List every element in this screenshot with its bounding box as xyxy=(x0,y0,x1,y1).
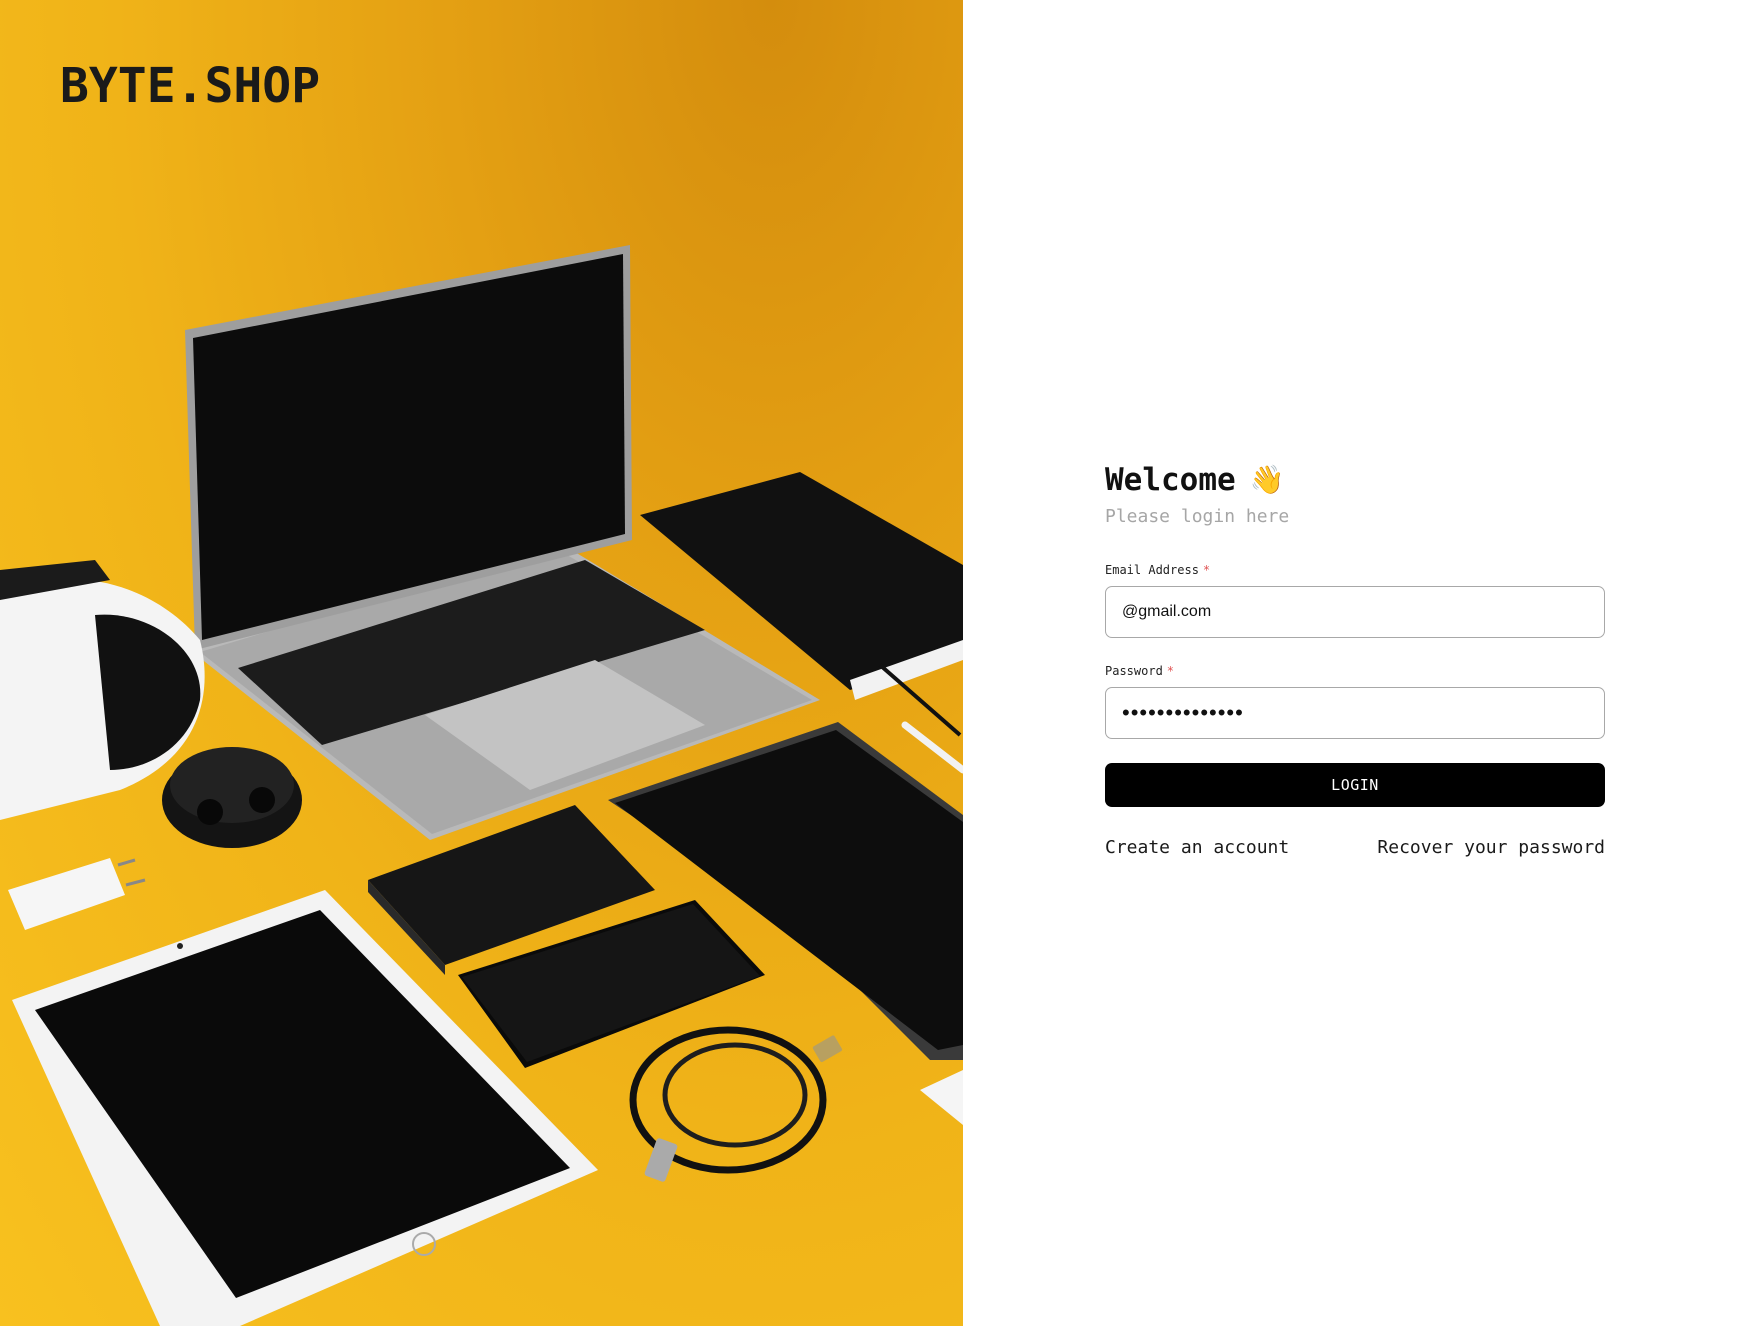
welcome-heading: Welcome 👋 xyxy=(1105,462,1605,498)
password-field-value: •••••••••••••• xyxy=(1122,700,1244,725)
hero-illustration xyxy=(0,245,963,1326)
password-field[interactable]: •••••••••••••• xyxy=(1105,687,1605,739)
email-field-value: @gmail.com xyxy=(1122,603,1212,620)
create-account-link[interactable]: Create an account xyxy=(1105,837,1289,858)
auth-links: Create an account Recover your password xyxy=(1105,837,1605,858)
page-subtitle: Please login here xyxy=(1105,506,1290,527)
recover-password-link[interactable]: Recover your password xyxy=(1377,837,1605,858)
waving-hand-icon: 👋 xyxy=(1249,463,1285,496)
required-marker: * xyxy=(1202,563,1211,577)
email-label: Email Address * xyxy=(1105,563,1605,577)
required-marker: * xyxy=(1166,664,1175,678)
hero-image: BYTE.SHOP xyxy=(0,0,963,1326)
email-label-text: Email Address xyxy=(1105,563,1199,577)
page-title: Welcome xyxy=(1105,462,1236,498)
password-label: Password * xyxy=(1105,664,1605,678)
email-field[interactable]: @gmail.com xyxy=(1105,586,1605,638)
login-form: Welcome 👋 Please login here Email Addres… xyxy=(1105,462,1605,858)
brand-logo[interactable]: BYTE.SHOP xyxy=(60,58,320,114)
charger xyxy=(8,858,125,930)
login-button[interactable]: LOGIN xyxy=(1105,763,1605,807)
login-page: BYTE.SHOP Welcome 👋 Please login here Em… xyxy=(0,0,1749,1326)
password-label-text: Password xyxy=(1105,664,1163,678)
